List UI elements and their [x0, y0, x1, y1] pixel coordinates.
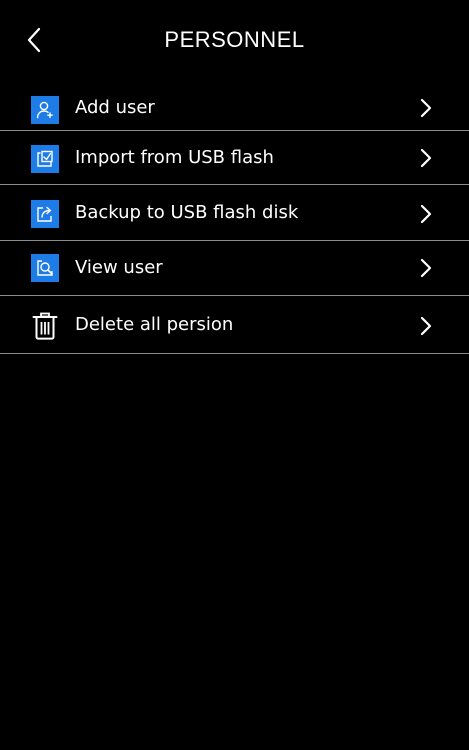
menu-item-add-user[interactable]: Add user: [0, 81, 469, 131]
page-title: PERSONNEL: [164, 27, 305, 52]
view-user-icon: [31, 254, 59, 282]
import-icon: [31, 145, 59, 173]
menu-item-view-user[interactable]: View user: [0, 241, 469, 296]
chevron-right-icon: [416, 256, 436, 280]
menu-item-import-usb[interactable]: Import from USB flash: [0, 131, 469, 185]
chevron-right-icon: [416, 314, 436, 338]
menu-item-label: Add user: [75, 97, 155, 118]
menu-item-label: Import from USB flash: [75, 147, 274, 168]
menu-item-label: Backup to USB flash disk: [75, 202, 299, 223]
trash-icon: [30, 311, 60, 341]
backup-icon: [31, 200, 59, 228]
menu-item-label: Delete all persion: [75, 314, 234, 335]
menu-item-label: View user: [75, 257, 163, 278]
chevron-right-icon: [416, 146, 436, 170]
menu-item-backup-usb[interactable]: Backup to USB flash disk: [0, 185, 469, 241]
menu-item-delete-all[interactable]: Delete all persion: [0, 296, 469, 354]
header-bar: PERSONNEL: [0, 0, 469, 80]
chevron-right-icon: [416, 202, 436, 226]
chevron-right-icon: [416, 96, 436, 120]
menu-list: Add user Import from USB flash Backup to…: [0, 81, 469, 354]
add-user-icon: [31, 96, 59, 124]
